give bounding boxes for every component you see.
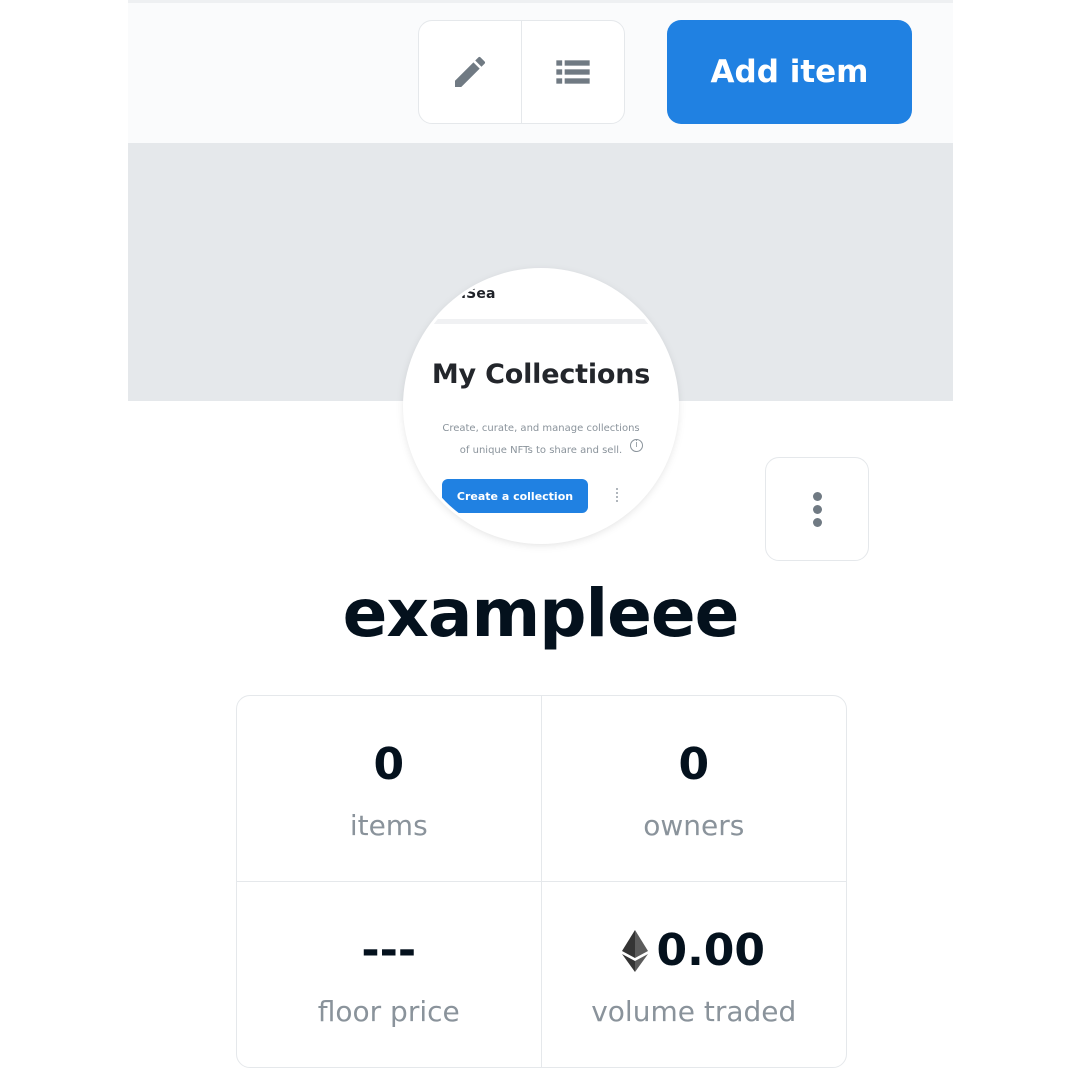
list-view-button[interactable] <box>521 21 624 123</box>
avatar-more-icon <box>616 488 619 502</box>
stat-value: 0 <box>373 739 405 791</box>
list-icon <box>556 60 590 84</box>
collection-name: exampleee <box>342 575 740 652</box>
view-button-group <box>418 20 625 124</box>
stat-items[interactable]: 0 items <box>237 696 542 882</box>
collection-avatar: penSea My Collections Create, curate, an… <box>406 271 676 541</box>
stat-value-row: 0.00 <box>622 921 765 981</box>
stat-label: owners <box>643 808 745 842</box>
more-options-button[interactable] <box>765 457 869 561</box>
avatar-create-collection-button: Create a collection <box>442 479 588 513</box>
stat-volume-traded[interactable]: 0.00 volume traded <box>542 882 847 1068</box>
collection-stats: 0 items 0 owners --- floor price 0.00 vo… <box>236 695 847 1068</box>
collection-page: Add item penSea My Collections Create, c… <box>128 0 953 1079</box>
avatar-description: Create, curate, and manage collections o… <box>416 418 666 462</box>
avatar-description-line-2: of unique NFTs to share and sell. <box>459 445 623 456</box>
avatar-header-divider <box>406 319 676 324</box>
stat-label: items <box>349 808 428 842</box>
top-toolbar: Add item <box>128 0 953 143</box>
stat-label: volume traded <box>591 994 797 1028</box>
avatar-description-line-1: Create, curate, and manage collections <box>442 423 640 434</box>
avatar-brand-text: penSea <box>436 286 496 302</box>
ethereum-icon <box>622 929 649 972</box>
edit-button[interactable] <box>419 21 521 123</box>
add-item-button[interactable]: Add item <box>667 20 912 124</box>
stat-value: 0 <box>678 739 710 791</box>
stat-value: --- <box>361 925 417 977</box>
kebab-menu-icon <box>812 490 822 529</box>
stat-value: 0.00 <box>656 925 766 977</box>
pencil-icon <box>455 56 486 87</box>
stat-label: floor price <box>317 994 460 1028</box>
info-icon: i <box>630 439 643 452</box>
avatar-title: My Collections <box>431 359 651 390</box>
stat-floor-price[interactable]: --- floor price <box>237 881 542 1067</box>
stat-owners[interactable]: 0 owners <box>541 696 846 882</box>
